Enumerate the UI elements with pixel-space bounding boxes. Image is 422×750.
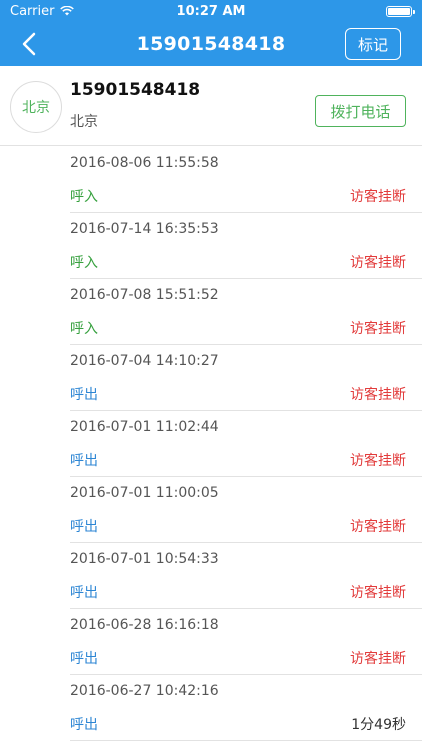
- status-left: Carrier: [10, 3, 75, 19]
- record-result: 访客挂断: [350, 387, 406, 403]
- avatar: 北京: [10, 81, 62, 133]
- contact-city: 北京: [70, 114, 98, 130]
- record-time: 2016-07-08 15:51:52: [70, 287, 219, 303]
- list-item[interactable]: 2016-07-01 11:02:44 呼出 访客挂断: [70, 411, 422, 477]
- record-result: 访客挂断: [350, 189, 406, 205]
- status-bar: Carrier 10:27 AM: [0, 0, 422, 22]
- list-item[interactable]: 2016-07-01 11:00:05 呼出 访客挂断: [70, 477, 422, 543]
- contact-phone: 15901548418: [70, 80, 201, 100]
- record-direction: 呼出: [70, 585, 98, 601]
- mark-button[interactable]: 标记: [344, 28, 401, 60]
- record-time: 2016-07-04 14:10:27: [70, 353, 219, 369]
- list-item[interactable]: 2016-07-04 14:10:27 呼出 访客挂断: [70, 345, 422, 411]
- record-result: 访客挂断: [350, 585, 406, 601]
- page-title: 15901548418: [136, 33, 286, 55]
- record-result: 访客挂断: [350, 453, 406, 469]
- list-item[interactable]: 2016-06-27 10:42:16 呼出 1分49秒: [70, 675, 422, 741]
- call-record-list: 2016-08-06 11:55:58 呼入 访客挂断 2016-07-14 16:3…: [0, 147, 422, 741]
- record-time: 2016-08-06 11:55:58: [70, 155, 219, 171]
- list-item[interactable]: 2016-07-14 16:35:53 呼入 访客挂断: [70, 213, 422, 279]
- carrier-label: Carrier: [10, 3, 55, 19]
- record-time: 2016-07-01 11:00:05: [70, 485, 219, 501]
- record-result: 访客挂断: [350, 651, 406, 667]
- back-button[interactable]: [14, 30, 44, 58]
- record-direction: 呼出: [70, 453, 98, 469]
- record-direction: 呼出: [70, 519, 98, 535]
- record-direction: 呼入: [70, 255, 98, 271]
- record-time: 2016-06-28 16:16:18: [70, 617, 219, 633]
- record-time: 2016-07-01 10:54:33: [70, 551, 219, 567]
- record-time: 2016-07-01 11:02:44: [70, 419, 219, 435]
- battery-icon: [386, 5, 415, 17]
- wifi-icon: [60, 6, 75, 16]
- record-result: 访客挂断: [350, 519, 406, 535]
- contact-header: 北京 15901548418 北京 拨打电话: [0, 66, 422, 146]
- record-direction: 呼入: [70, 321, 98, 337]
- list-item[interactable]: 2016-08-06 11:55:58 呼入 访客挂断: [70, 147, 422, 213]
- record-result: 访客挂断: [350, 255, 406, 271]
- list-item[interactable]: 2016-06-28 16:16:18 呼出 访客挂断: [70, 609, 422, 675]
- record-result: 访客挂断: [350, 321, 406, 337]
- call-button[interactable]: 拨打电话: [315, 95, 406, 127]
- record-time: 2016-06-27 10:42:16: [70, 683, 219, 699]
- nav-bar: 15901548418 标记: [0, 22, 422, 66]
- record-direction: 呼出: [70, 651, 98, 667]
- back-chevron-icon: [22, 32, 36, 56]
- record-time: 2016-07-14 16:35:53: [70, 221, 219, 237]
- record-direction: 呼入: [70, 189, 98, 205]
- record-direction: 呼出: [70, 717, 98, 733]
- record-result: 1分49秒: [351, 717, 406, 733]
- record-direction: 呼出: [70, 387, 98, 403]
- list-item[interactable]: 2016-07-08 15:51:52 呼入 访客挂断: [70, 279, 422, 345]
- list-item[interactable]: 2016-07-01 10:54:33 呼出 访客挂断: [70, 543, 422, 609]
